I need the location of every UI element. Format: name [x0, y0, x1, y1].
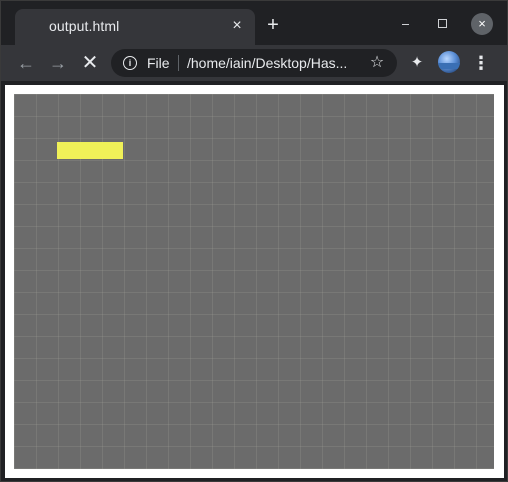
browser-menu-icon[interactable]: ⋮ — [471, 51, 491, 75]
maximize-button[interactable] — [432, 14, 452, 34]
omnibox-divider — [178, 55, 179, 71]
tab-title: output.html — [49, 18, 120, 34]
minimize-icon — [401, 24, 409, 26]
window-close-button[interactable]: × — [471, 13, 493, 35]
game-canvas[interactable] — [14, 94, 494, 469]
profile-avatar[interactable] — [438, 51, 460, 73]
tab-close-icon[interactable]: × — [228, 17, 246, 35]
stop-loading-button[interactable]: ✕ — [78, 51, 102, 75]
browser-toolbar: ← → ✕ i File /home/iain/Desktop/Has... ☆… — [1, 45, 507, 81]
site-info-icon[interactable]: i — [123, 56, 137, 70]
url-text[interactable]: /home/iain/Desktop/Has... — [187, 55, 347, 71]
scheme-label: File — [147, 55, 170, 71]
extensions-puzzle-icon[interactable]: ✦ — [407, 53, 427, 73]
address-bar[interactable]: i File /home/iain/Desktop/Has... ☆ — [111, 49, 397, 77]
forward-button[interactable]: → — [46, 51, 70, 75]
new-tab-button[interactable]: + — [263, 15, 283, 35]
minimize-button[interactable] — [395, 14, 415, 34]
browser-window: output.html × + × ← → ✕ i File /home/iai… — [0, 0, 508, 482]
tab-output-html[interactable]: output.html × — [15, 9, 255, 45]
maximize-icon — [437, 19, 447, 28]
yellow-rectangle — [57, 142, 123, 159]
tab-strip: output.html × + × — [1, 1, 507, 45]
back-button[interactable]: ← — [14, 51, 38, 75]
bookmark-star-icon[interactable]: ☆ — [367, 53, 387, 73]
page-viewport — [5, 85, 504, 478]
